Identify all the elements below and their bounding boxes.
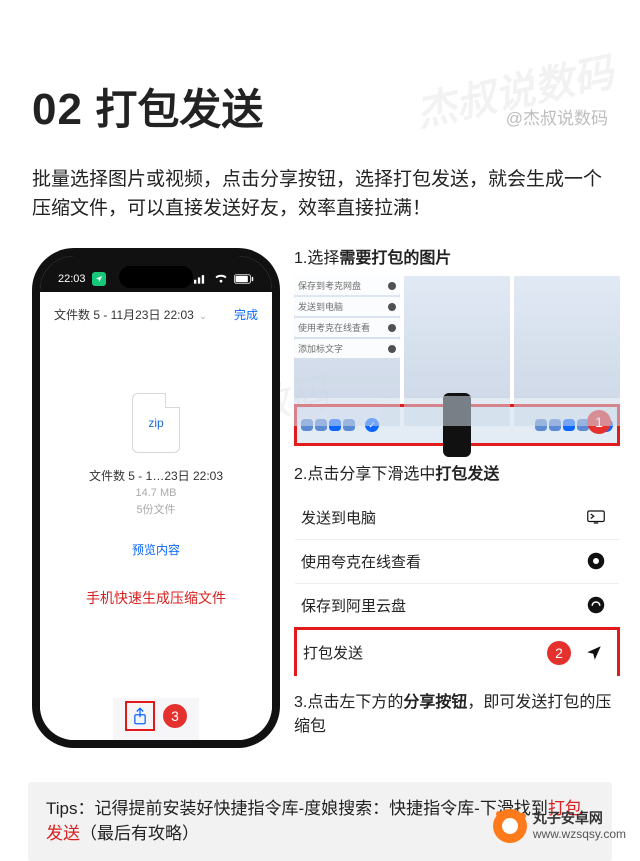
author-handle: @杰叔说数码 xyxy=(506,104,608,129)
zip-file-icon: zip xyxy=(132,393,180,453)
mini-menu-item: 使用考克在线查看 xyxy=(294,318,400,337)
footer-name: 丸子安卓网 xyxy=(533,810,626,827)
sheet-header: 文件数 5 - 11月23日 22:03 ⌄ 完成 xyxy=(40,292,272,333)
status-right xyxy=(194,273,254,285)
file-count: 5份文件 xyxy=(136,501,175,517)
sheet-title: 文件数 5 - 11月23日 22:03 xyxy=(54,308,194,322)
content-row: 22:03 文件数 5 - 11月23日 22:03 ⌄ xyxy=(0,224,640,748)
done-button[interactable]: 完成 xyxy=(234,306,258,323)
footer-url: www.wzsqsy.com xyxy=(533,827,626,841)
intro-text: 批量选择图片或视频，点击分享按钮，选择打包发送，就会生成一个压缩文件，可以直接发… xyxy=(0,137,640,224)
step-2: 2.点击分享下滑选中打包发送 xyxy=(294,464,620,486)
menu-row-pack-send[interactable]: 打包发送 2 xyxy=(294,627,620,676)
thumb: 保存到考克网盘 发送到电脑 使用考克在线查看 添加标文字 xyxy=(294,276,400,398)
menu-row-send-pc[interactable]: 发送到电脑 xyxy=(295,496,619,540)
location-icon xyxy=(92,272,106,286)
step-badge-2: 2 xyxy=(547,641,571,665)
dynamic-island xyxy=(119,266,193,288)
file-name: 文件数 5 - 1…23日 22:03 xyxy=(89,467,223,484)
logo-icon xyxy=(493,809,527,843)
iphone-mock: 22:03 文件数 5 - 11月23日 22:03 ⌄ xyxy=(32,248,280,748)
thumb xyxy=(514,276,620,398)
step-badge-3: 3 xyxy=(163,704,187,728)
step-3: 3.点击左下方的分享按钮，即可发送打包的压缩包 xyxy=(294,691,620,739)
mini-menu-item: 添加标文字 xyxy=(294,339,400,358)
step-number: 02 xyxy=(32,85,83,134)
step-1: 1.选择需要打包的图片 xyxy=(294,248,620,270)
mini-menu-item: 发送到电脑 xyxy=(294,297,400,316)
screenshot-1: 保存到考克网盘 发送到电脑 使用考克在线查看 添加标文字 ✓ ✓ xyxy=(294,276,620,446)
quark-icon xyxy=(587,552,605,570)
share-button[interactable] xyxy=(125,701,155,731)
menu-row-quark[interactable]: 使用夸克在线查看 xyxy=(295,540,619,584)
chevron-down-icon[interactable]: ⌄ xyxy=(199,311,207,321)
status-time: 22:03 xyxy=(58,273,86,285)
sheet-body: zip 文件数 5 - 1…23日 22:03 14.7 MB 5份文件 预览内… xyxy=(40,333,272,740)
aliyun-icon xyxy=(587,596,605,614)
page-title: 打包发送 xyxy=(95,86,263,133)
send-icon xyxy=(585,644,603,662)
mini-menu-item: 保存到考克网盘 xyxy=(294,276,400,295)
share-menu: 发送到电脑 使用夸克在线查看 保存到阿里云盘 打包发送 xyxy=(294,495,620,677)
file-size: 14.7 MB xyxy=(136,487,177,499)
thumb xyxy=(404,276,510,398)
thumb-row xyxy=(294,396,620,426)
footer-logo: 丸子安卓网 www.wzsqsy.com xyxy=(493,809,626,843)
menu-row-aliyun[interactable]: 保存到阿里云盘 xyxy=(295,584,619,628)
caption: 手机快速生成压缩文件 xyxy=(86,588,226,608)
bottom-toolbar: 3 xyxy=(113,698,199,740)
side-instructions: 1.选择需要打包的图片 保存到考克网盘 发送到电脑 使用考克在线查看 添加标文字 xyxy=(294,248,620,748)
status-bar: 22:03 xyxy=(40,256,272,292)
send-pc-icon xyxy=(587,508,605,526)
header: 02 打包发送 @杰叔说数码 xyxy=(0,0,640,137)
preview-link[interactable]: 预览内容 xyxy=(132,541,180,558)
